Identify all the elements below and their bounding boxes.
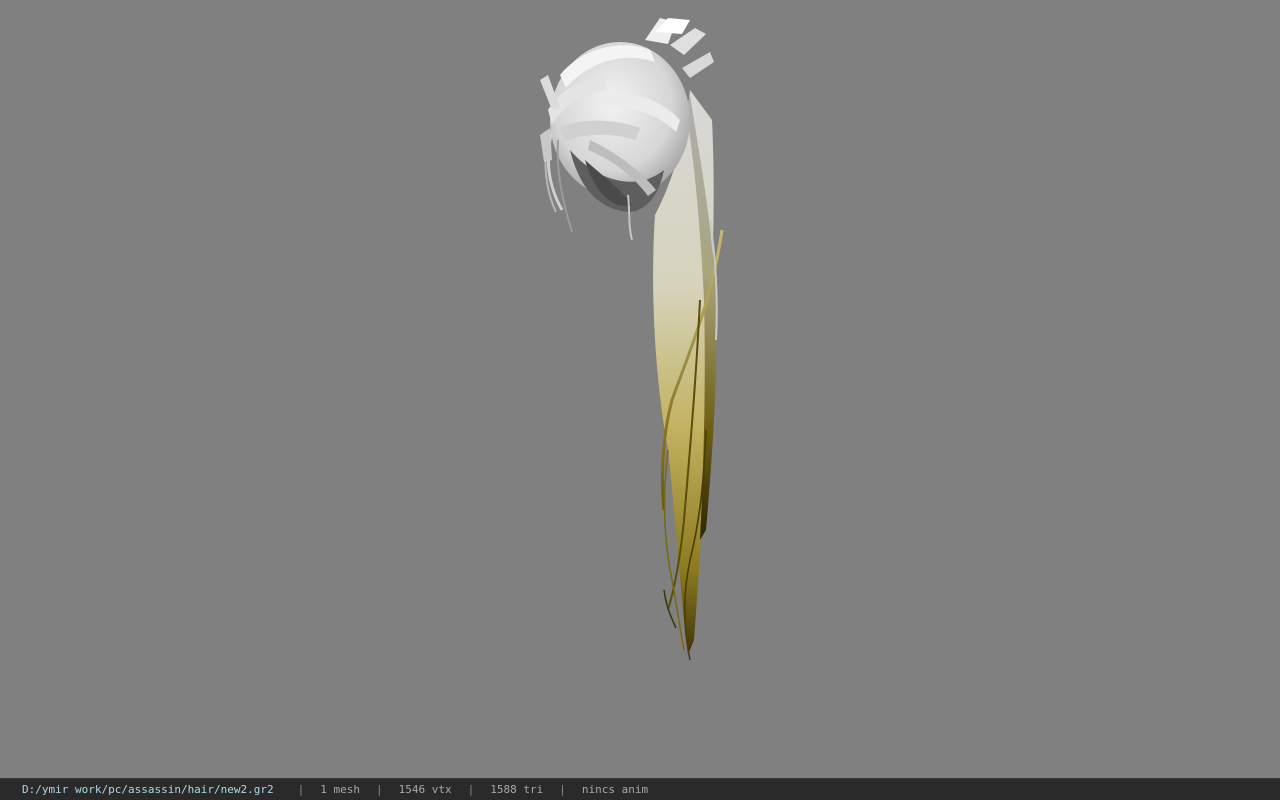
vertex-count: 1546 vtx: [398, 783, 452, 796]
separator: |: [376, 783, 383, 796]
separator: |: [467, 783, 475, 796]
hair-model-render: [540, 18, 724, 661]
file-path: D:/ymir work/pc/assassin/hair/new2.gr2: [22, 783, 274, 796]
separator: |: [297, 783, 305, 796]
triangle-count: 1588 tri: [490, 783, 544, 796]
mesh-count: 1 mesh: [320, 783, 361, 796]
3d-viewport[interactable]: [0, 0, 1280, 778]
separator: |: [559, 783, 566, 796]
animation-status: nincs anim: [581, 783, 649, 796]
status-bar: D:/ymir work/pc/assassin/hair/new2.gr2 |…: [0, 778, 1280, 800]
